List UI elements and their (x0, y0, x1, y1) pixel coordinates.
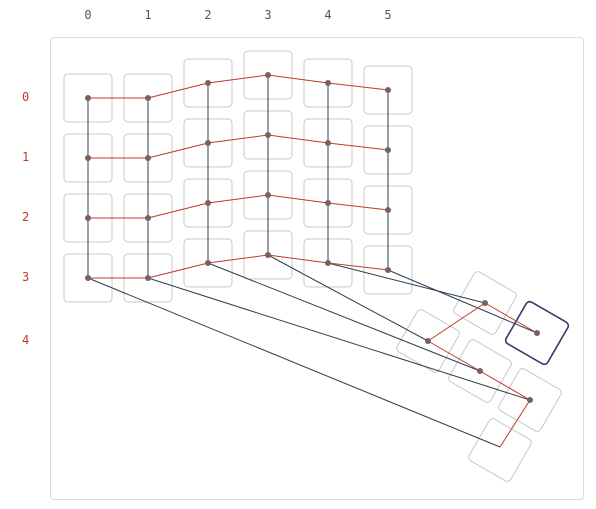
node-3-3 (265, 252, 271, 258)
node-3-0 (265, 72, 271, 78)
tail-node-2 (425, 338, 431, 344)
node-3-1 (265, 132, 271, 138)
node-0-2 (85, 215, 91, 221)
grid-diagram (63, 50, 570, 483)
tail-node-0 (527, 397, 533, 403)
tail-node-1 (477, 368, 483, 374)
node-4-3 (325, 260, 331, 266)
node-2-1 (205, 140, 211, 146)
node-3-2 (265, 192, 271, 198)
node-0-1 (85, 155, 91, 161)
node-5-2 (385, 207, 391, 213)
node-4-2 (325, 200, 331, 206)
node-1-0 (145, 95, 151, 101)
node-2-3 (205, 260, 211, 266)
node-5-0 (385, 87, 391, 93)
node-0-3 (85, 275, 91, 281)
node-2-2 (205, 200, 211, 206)
node-2-0 (205, 80, 211, 86)
node-4-0 (325, 80, 331, 86)
node-5-3 (385, 267, 391, 273)
node-1-1 (145, 155, 151, 161)
tail-node-4 (534, 330, 540, 336)
tail-cell-5[interactable] (467, 417, 533, 483)
node-4-1 (325, 140, 331, 146)
node-5-1 (385, 147, 391, 153)
tail-node-3 (482, 300, 488, 306)
node-1-3 (145, 275, 151, 281)
node-0-0 (85, 95, 91, 101)
node-1-2 (145, 215, 151, 221)
